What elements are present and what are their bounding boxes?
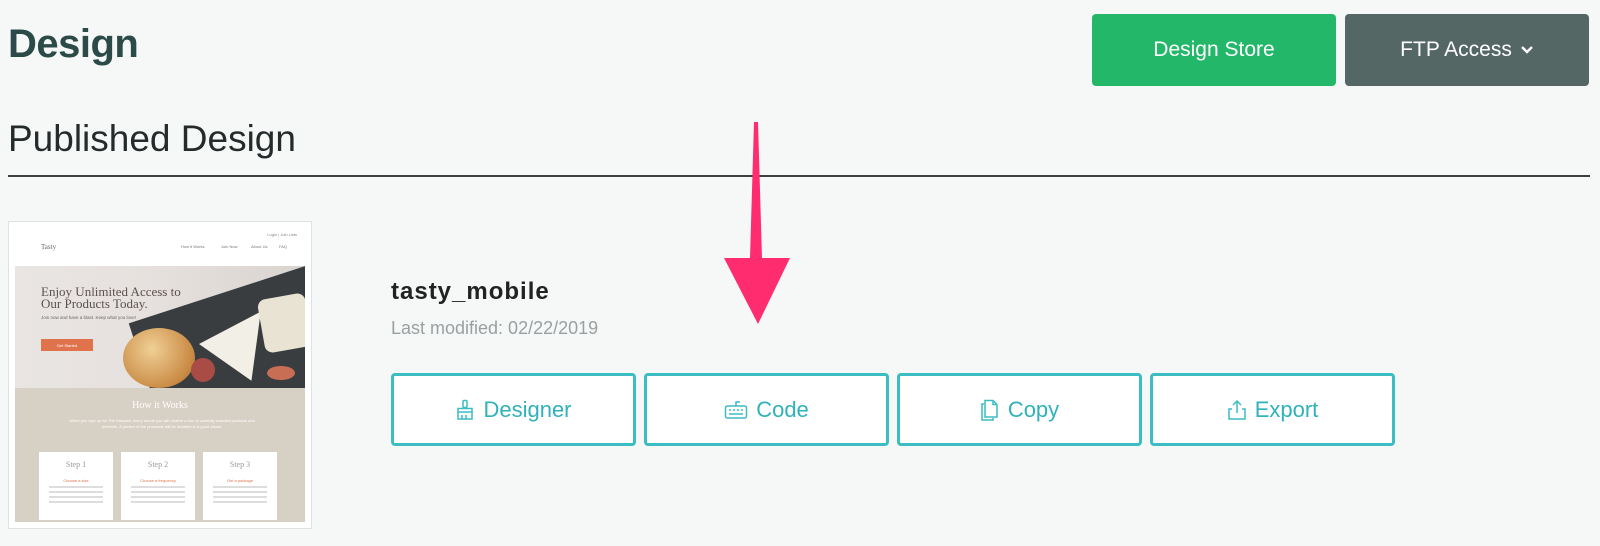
annotation-arrow-icon — [724, 122, 790, 324]
thumb-how-text: When you sign up for The Sampler, every … — [69, 418, 255, 429]
ftp-access-label: FTP Access — [1400, 38, 1512, 61]
code-button[interactable]: Code — [644, 373, 889, 446]
thumb-top-links: Login | Join Lists — [267, 232, 297, 237]
designer-label: Designer — [483, 396, 572, 422]
thumb-salami-image — [191, 358, 215, 382]
thumb-bread-image — [123, 328, 195, 388]
thumb-hero-heading: Enjoy Unlimited Access to Our Products T… — [41, 285, 181, 311]
thumb-hero-sub: Join now and have a blast. Keep what you… — [41, 315, 137, 320]
thumb-step: Step 3 Get a package — [203, 452, 277, 520]
thumb-step-title: Step 1 — [65, 460, 87, 469]
thumb-nav: Tasty Login | Join Lists How it Works Jo… — [15, 228, 305, 266]
thumb-step-sub: Get a package — [226, 478, 254, 483]
thumb-menu-item: About Us — [251, 244, 268, 249]
thumbnail-preview: Tasty Login | Join Lists How it Works Jo… — [15, 228, 305, 522]
thumb-hero-heading-line: Our Products Today. — [41, 296, 148, 311]
code-label: Code — [756, 396, 809, 422]
export-label: Export — [1254, 396, 1319, 422]
thumb-cta: Get Started — [41, 339, 93, 351]
thumb-step-title: Step 3 — [229, 460, 251, 469]
thumb-step-title: Step 2 — [147, 460, 169, 469]
section-title: Published Design — [8, 118, 296, 159]
export-button[interactable]: Export — [1150, 373, 1395, 446]
copy-label: Copy — [1007, 396, 1060, 422]
thumb-step-sub: Choose a size — [63, 478, 89, 483]
thumb-step: Step 1 Choose a size — [39, 452, 113, 520]
thumb-step-lines — [213, 486, 267, 506]
keyboard-icon — [724, 400, 748, 419]
thumb-cheese-image — [256, 292, 305, 354]
thumb-menu-item: How it Works — [181, 244, 205, 249]
page-title: Design — [8, 22, 139, 66]
thumb-salami-image — [267, 366, 295, 380]
thumb-menu-item: FAQ — [279, 244, 288, 249]
design-name: tasty_mobile — [391, 278, 550, 305]
designer-button[interactable]: Designer — [391, 373, 636, 446]
thumb-step-sub: Choose a frequency — [140, 478, 176, 483]
section-divider — [8, 175, 1590, 177]
design-store-button[interactable]: Design Store — [1092, 14, 1336, 86]
thumb-logo: Tasty — [41, 243, 57, 251]
chevron-down-icon — [1520, 46, 1533, 54]
thumb-step-lines — [49, 486, 103, 506]
thumb-how-title: How it Works — [132, 400, 188, 411]
copy-button[interactable]: Copy — [897, 373, 1142, 446]
copy-icon — [981, 399, 998, 421]
thumb-menu-item: Join Now — [221, 244, 238, 249]
design-thumbnail[interactable]: Tasty Login | Join Lists How it Works Jo… — [8, 221, 312, 529]
export-icon — [1227, 399, 1246, 420]
last-modified-text: Last modified: 02/22/2019 — [391, 318, 599, 338]
thumb-how-section: How it Works When you sign up for The Sa… — [15, 388, 305, 522]
ftp-access-button[interactable]: FTP Access — [1345, 14, 1589, 86]
thumb-step: Step 2 Choose a frequency — [121, 452, 195, 520]
thumb-step-lines — [131, 486, 185, 506]
thumb-hero: Enjoy Unlimited Access to Our Products T… — [15, 266, 305, 388]
paintbrush-icon — [457, 399, 474, 420]
